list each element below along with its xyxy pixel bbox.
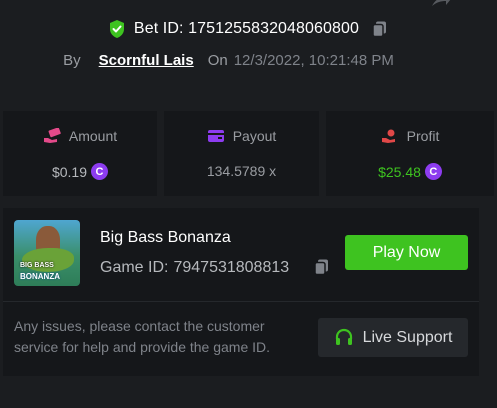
- headset-icon: [335, 328, 352, 345]
- bet-id-label: Bet ID: 1751255832048060800: [134, 20, 359, 38]
- payout-card: Payout 134.5789 x: [164, 111, 319, 196]
- profit-label: Profit: [406, 128, 440, 144]
- bet-id-value: 1751255832048060800: [188, 20, 360, 37]
- amount-label: Amount: [68, 128, 118, 144]
- verified-shield-icon: [109, 20, 124, 38]
- copy-game-id-icon[interactable]: [313, 258, 331, 276]
- game-panel: BIG BASS BONANZA Big Bass Bonanza Game I…: [3, 208, 479, 376]
- bet-meta: By Scornful Lais On 12/3/2022, 10:21:48 …: [0, 49, 497, 71]
- game-name: Big Bass Bonanza: [100, 229, 231, 246]
- live-support-button[interactable]: Live Support: [318, 318, 468, 357]
- money-hand-icon: [43, 128, 61, 143]
- game-id-value: 7947531808813: [173, 259, 290, 276]
- hand-coin-icon: [381, 129, 395, 143]
- thumbnail-title-line1: BIG BASS: [20, 262, 54, 269]
- bet-header: Bet ID: 1751255832048060800: [0, 16, 497, 42]
- bet-date: 12/3/2022, 10:21:48 PM: [233, 51, 394, 69]
- amount-card: Amount $0.19 C: [3, 111, 157, 196]
- support-message: Any issues, please contact the customer …: [14, 318, 271, 355]
- thumbnail-title-line2: BONANZA: [20, 272, 60, 281]
- payout-label: Payout: [232, 128, 277, 144]
- divider: [3, 301, 479, 302]
- by-label: By: [63, 51, 81, 69]
- coin-icon: C: [424, 163, 442, 180]
- share-icon[interactable]: [430, 0, 452, 10]
- on-label: On: [207, 51, 228, 69]
- copy-icon[interactable]: [371, 20, 389, 38]
- amount-value: $0.19: [51, 163, 88, 180]
- bet-id-prefix: Bet ID:: [133, 20, 184, 37]
- bet-stats: Amount $0.19 C Payout 134.5789 x Profit: [3, 111, 494, 196]
- card-icon: [207, 130, 224, 142]
- profit-value: $25.48: [378, 163, 421, 180]
- game-id-row: Game ID: 7947531808813: [100, 258, 289, 278]
- payout-value: 134.5789 x: [206, 163, 277, 179]
- profit-card: Profit $25.48 C: [326, 111, 494, 196]
- coin-icon: C: [91, 163, 109, 180]
- author-link[interactable]: Scornful Lais: [99, 52, 194, 69]
- live-support-label: Live Support: [362, 328, 453, 346]
- game-thumbnail[interactable]: BIG BASS BONANZA: [14, 220, 80, 286]
- game-id-label: Game ID:: [100, 259, 169, 276]
- play-now-button[interactable]: Play Now: [345, 235, 468, 270]
